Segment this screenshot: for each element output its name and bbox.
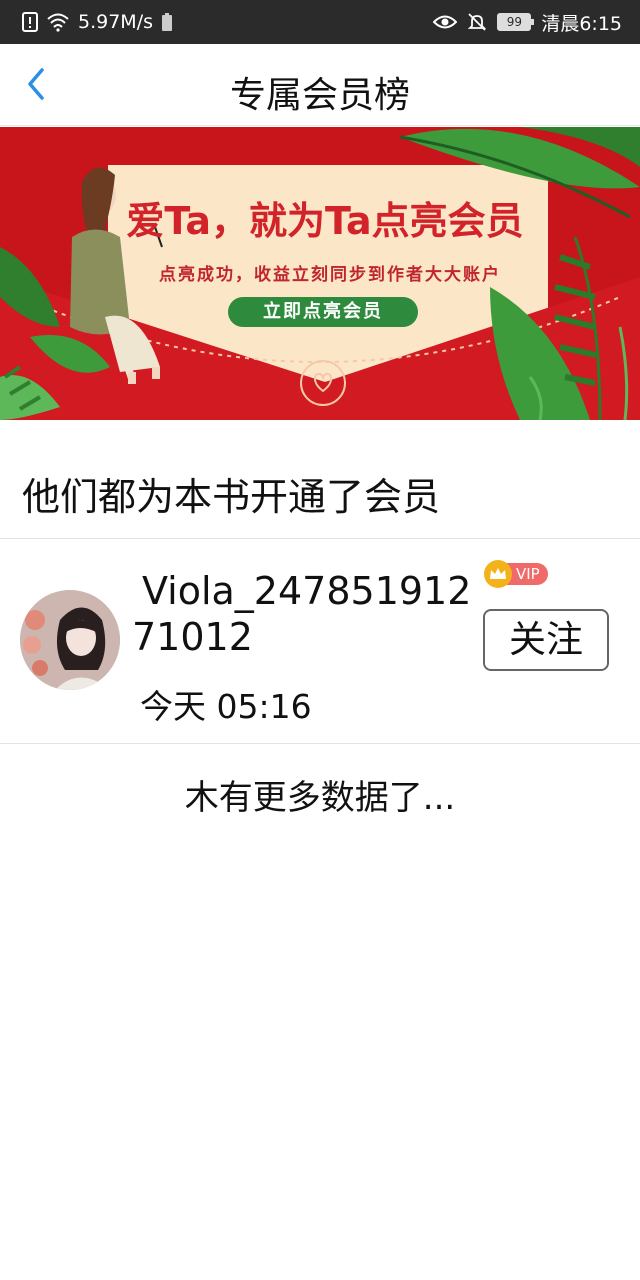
username: Viola_247851912 71012 [132,568,472,660]
nav-bar: 专属会员榜 [0,44,640,126]
divider [0,538,640,539]
battery-saver-icon [161,12,173,32]
list-item[interactable]: Viola_247851912 71012 VIP 今天 05:16 关注 [0,540,640,743]
divider [0,743,640,744]
bell-off-icon [467,12,487,32]
network-speed: 5.97M/s [78,11,153,33]
status-bar: 5.97M/s 99 清晨6:15 [0,0,640,44]
promo-banner[interactable]: 爱Ta，就为Ta点亮会员 点亮成功，收益立刻同步到作者大大账户 立即点亮会员 [0,127,640,420]
crown-icon [484,560,512,588]
wifi-icon [46,12,70,32]
status-right: 99 清晨6:15 [433,0,622,44]
no-more-data-text: 木有更多数据了... [184,778,456,818]
alert-icon [22,12,38,32]
clock: 清晨6:15 [541,12,622,35]
avatar[interactable] [20,590,120,690]
timestamp: 今天 05:16 [140,687,312,726]
banner-subtitle: 点亮成功，收益立刻同步到作者大大账户 [159,265,501,285]
activate-membership-button[interactable]: 立即点亮会员 [228,297,418,327]
username-line-2: 71012 [132,615,253,659]
battery-level: 99 [497,13,535,31]
banner-title: 爱Ta，就为Ta点亮会员 [126,199,524,243]
section-title: 他们都为本书开通了会员 [22,475,441,519]
eye-icon [433,13,458,31]
page-title: 专属会员榜 [229,75,410,116]
follow-button[interactable]: 关注 [483,609,609,671]
status-left: 5.97M/s [22,0,173,44]
username-line-1: Viola_247851912 [142,569,472,613]
vip-badge: VIP [484,560,548,588]
